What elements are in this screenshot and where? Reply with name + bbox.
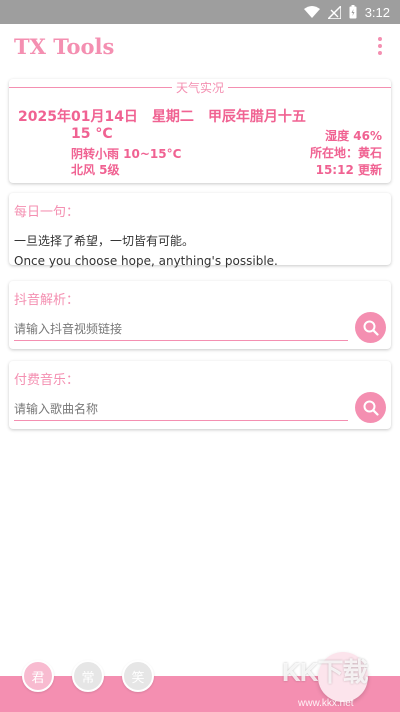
app-bar: TX Tools: [0, 24, 400, 68]
daily-quote-label: 每日一句：: [14, 205, 80, 220]
daily-quote-en: Once you choose hope, anything's possibl…: [14, 254, 278, 268]
douyin-card: 抖音解析：: [9, 281, 391, 349]
watermark-url: www.kkx.net: [298, 698, 354, 709]
weather-weekday: 星期二: [151, 109, 194, 125]
search-icon: [363, 400, 379, 416]
douyin-url-input[interactable]: [14, 317, 348, 341]
music-search-button[interactable]: [355, 392, 386, 423]
signal-icon: [327, 5, 341, 19]
bottom-bubble-1[interactable]: 君: [22, 660, 54, 692]
weather-humidity: 湿度 46%: [325, 129, 382, 143]
clock: 3:12: [364, 4, 390, 20]
bottom-bubble-3[interactable]: 笑: [122, 660, 154, 692]
paid-music-card: 付费音乐：: [9, 361, 391, 429]
bottom-bubble-2[interactable]: 常: [72, 660, 104, 692]
weather-date-row: 2025年01月14日 星期二 甲辰年腊月十五: [18, 106, 320, 126]
overflow-menu-icon[interactable]: [374, 33, 386, 59]
weather-lunar: 甲辰年腊月十五: [207, 109, 306, 125]
weather-temperature: 15 °C: [71, 126, 113, 142]
weather-legend: 天气实况: [171, 79, 229, 96]
weather-condition: 阴转小雨 10~15°C: [71, 147, 182, 161]
daily-quote-card: 每日一句： 一旦选择了希望，一切皆有可能。 Once you choose ho…: [9, 193, 391, 268]
daily-quote-zh: 一旦选择了希望，一切皆有可能。: [14, 234, 195, 248]
douyin-label: 抖音解析：: [14, 293, 80, 308]
weather-location: 所在地：黄石: [309, 146, 382, 160]
watermark-logo: KK下载: [282, 657, 369, 687]
weather-wind: 北风 5级: [71, 163, 120, 177]
song-name-input[interactable]: [14, 397, 348, 421]
wifi-icon: [303, 6, 320, 18]
status-bar: 3:12: [0, 0, 400, 24]
douyin-search-button[interactable]: [355, 312, 386, 343]
paid-music-label: 付费音乐：: [14, 373, 80, 388]
search-icon: [363, 320, 379, 336]
weather-card: 天气实况 2025年01月14日 星期二 甲辰年腊月十五 15 °C 阴转小雨 10…: [9, 79, 391, 183]
app-title: TX Tools: [14, 33, 115, 59]
weather-date: 2025年01月14日: [18, 109, 138, 125]
battery-icon: [349, 5, 357, 19]
weather-updated: 15:12 更新: [315, 163, 382, 177]
